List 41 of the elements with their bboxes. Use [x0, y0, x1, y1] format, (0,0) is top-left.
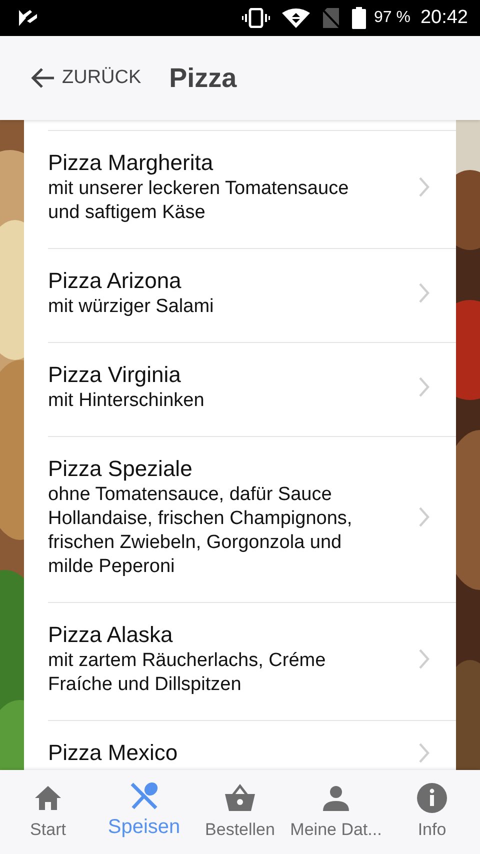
- item-description: mit würziger Salami: [48, 295, 215, 319]
- no-sim-icon: [322, 8, 340, 28]
- item-name: Pizza Alaska: [48, 621, 174, 649]
- chevron-right-icon: [418, 282, 430, 304]
- item-description: mit Hinterschinken: [48, 389, 206, 413]
- tab-button[interactable]: Meine Dat...: [288, 770, 384, 854]
- back-button[interactable]: ZURÜCK: [30, 67, 142, 89]
- menu-item[interactable]: Pizza Speziale ohne Tomatensauce, dafür Sauce Hollandaise, frischen Champignons, frischen Zwiebeln, Gorgonzola und milde Peperoni: [48, 436, 456, 602]
- item-name: Pizza Arizona: [48, 267, 182, 295]
- item-name: Pizza Speziale: [48, 455, 194, 483]
- home-icon: [34, 785, 62, 811]
- wifi-icon: [282, 8, 310, 28]
- menu-item[interactable]: Pizza Margherita mit unserer leckeren Tomatensauce und saftigem Käse: [48, 130, 456, 248]
- chevron-right-icon: [418, 648, 430, 670]
- info-icon: [417, 783, 447, 813]
- tab-button[interactable]: Info: [384, 770, 480, 854]
- basket-icon: [224, 784, 256, 812]
- item-description: mit unserer leckeren Tomatensauce und saftigem Käse: [48, 177, 350, 225]
- clock-time: 20:42: [420, 7, 468, 29]
- item-name: Pizza Mexico: [48, 739, 179, 767]
- chevron-right-icon: [418, 742, 430, 764]
- chevron-right-icon: [418, 376, 430, 398]
- back-arrow-icon: [30, 67, 56, 89]
- item-description: mit zartem Räucherlachs, Créme Fraíche und Dillspitzen: [48, 649, 327, 697]
- menu-item[interactable]: Pizza Virginia mit Hinterschinken: [48, 342, 456, 436]
- battery-percentage: 97 %: [374, 9, 410, 27]
- menu-item[interactable]: Pizza Alaska mit zartem Räucherlachs, Créme Fraíche und Dillspitzen: [48, 602, 456, 720]
- app-notification-icon: [18, 9, 38, 27]
- person-icon: [322, 784, 350, 812]
- item-description: ohne Tomatensauce, dafür Sauce Hollandaise, frischen Champignons, frischen Zwiebeln, Gorgonzola und milde Peperoni: [48, 483, 354, 579]
- item-name: Pizza Virginia: [48, 361, 182, 389]
- tab-button[interactable]: Start: [0, 770, 96, 854]
- page-title: Pizza: [169, 62, 237, 94]
- item-name: Pizza Margherita: [48, 149, 214, 177]
- battery-icon: [352, 7, 366, 29]
- fork-and-spoon-icon: [129, 781, 159, 811]
- vibrate-icon: [242, 8, 270, 28]
- chevron-right-icon: [418, 176, 430, 198]
- chevron-right-icon: [418, 506, 430, 528]
- menu-item[interactable]: Pizza Arizona mit würziger Salami: [48, 248, 456, 342]
- tab-button[interactable]: Bestellen: [192, 770, 288, 854]
